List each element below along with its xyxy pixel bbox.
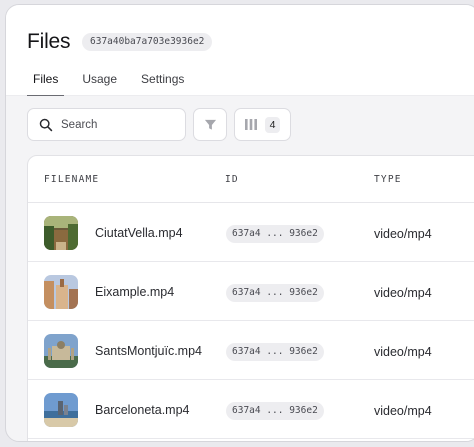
- table-row[interactable]: SantsMontjuïc.mp4 637a4 ... 936e2 video/…: [28, 321, 474, 380]
- column-header-id[interactable]: ID: [225, 174, 239, 185]
- search-box: [27, 108, 186, 141]
- filename-cell: SantsMontjuïc.mp4: [95, 344, 202, 358]
- table-row[interactable]: CiutatVella.mp4 637a4 ... 936e2 video/mp…: [28, 203, 474, 262]
- columns-button[interactable]: 4: [234, 108, 291, 141]
- project-id-chip: 637a40ba7a703e3936e2: [82, 33, 213, 51]
- type-cell: video/mp4: [374, 404, 432, 418]
- filename-cell: Barceloneta.mp4: [95, 403, 190, 417]
- files-table: FILENAME ID TYPE CiutatVella.mp4 637a4 .…: [27, 155, 474, 441]
- id-cell: 637a4 ... 936e2: [226, 225, 324, 243]
- column-header-filename[interactable]: FILENAME: [44, 174, 99, 185]
- files-window: Files 637a40ba7a703e3936e2 Files Usage S…: [5, 4, 474, 442]
- tab-files[interactable]: Files: [27, 65, 65, 96]
- page-title: Files: [27, 30, 71, 53]
- filename-cell: CiutatVella.mp4: [95, 226, 183, 240]
- page-header: Files 637a40ba7a703e3936e2 Files Usage S…: [6, 5, 474, 96]
- table-header: FILENAME ID TYPE: [28, 156, 474, 203]
- video-thumbnail: [44, 334, 78, 368]
- id-cell: 637a4 ... 936e2: [226, 343, 324, 361]
- tab-settings[interactable]: Settings: [135, 65, 190, 96]
- filter-icon: [204, 119, 216, 130]
- search-icon: [39, 118, 53, 131]
- filter-button[interactable]: [193, 108, 227, 141]
- id-cell: 637a4 ... 936e2: [226, 284, 324, 302]
- tab-usage[interactable]: Usage: [76, 65, 123, 96]
- type-cell: video/mp4: [374, 227, 432, 241]
- table-row[interactable]: Barceloneta.mp4 637a4 ... 936e2 video/mp…: [28, 380, 474, 439]
- filename-cell: Eixample.mp4: [95, 285, 175, 299]
- toolbar: 4: [27, 108, 291, 141]
- video-thumbnail: [44, 393, 78, 427]
- search-input[interactable]: [61, 118, 171, 131]
- tab-bar: Files Usage Settings: [27, 65, 202, 96]
- columns-count-badge: 4: [264, 116, 281, 133]
- column-header-type[interactable]: TYPE: [374, 174, 402, 185]
- columns-icon: [244, 119, 257, 130]
- video-thumbnail: [44, 275, 78, 309]
- id-cell: 637a4 ... 936e2: [226, 402, 324, 420]
- type-cell: video/mp4: [374, 345, 432, 359]
- table-row[interactable]: Eixample.mp4 637a4 ... 936e2 video/mp4: [28, 262, 474, 321]
- type-cell: video/mp4: [374, 286, 432, 300]
- video-thumbnail: [44, 216, 78, 250]
